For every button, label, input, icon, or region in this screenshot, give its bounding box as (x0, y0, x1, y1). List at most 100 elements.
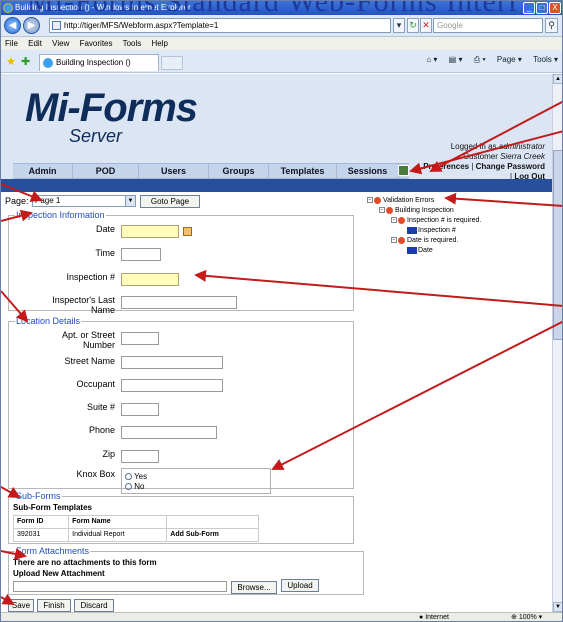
logged-user: administrator (498, 142, 545, 151)
chevron-down-icon: ▼ (125, 196, 135, 206)
save-button[interactable]: Save (8, 599, 34, 612)
date-field[interactable] (121, 225, 179, 238)
nav-admin[interactable]: Admin (13, 164, 73, 179)
page-menu[interactable]: Page ▾ (497, 55, 522, 64)
validation-error-message: Inspection # is required. (407, 217, 482, 224)
address-text: http://tiger/MFS/Webform.aspx?Template=1 (64, 21, 219, 30)
tab-building-inspection[interactable]: Building Inspection () (39, 54, 159, 71)
page-select[interactable]: Page 1 ▼ (32, 195, 136, 207)
nav-pod[interactable]: POD (73, 164, 139, 179)
street-number-field[interactable] (121, 332, 159, 345)
new-tab-button[interactable] (161, 56, 183, 70)
inspector-name-field[interactable] (121, 296, 237, 309)
date-label: Date (95, 224, 115, 234)
address-field[interactable]: http://tiger/MFS/Webform.aspx?Template=1 (49, 18, 391, 33)
finish-button[interactable]: Finish (37, 599, 71, 612)
validation-field-link[interactable]: Inspection # (407, 226, 456, 236)
zoom-level[interactable]: ⊕ 100% ▾ (511, 613, 542, 621)
nav-users[interactable]: Users (139, 164, 209, 179)
inspection-number-label: Inspection # (66, 272, 115, 282)
validation-error-item[interactable]: − Inspection # is required. (391, 216, 481, 226)
scroll-up-icon[interactable]: ▲ (553, 74, 562, 84)
occupant-field[interactable] (121, 379, 223, 392)
attachments-fieldset: Form Attachments There are no attachment… (8, 546, 364, 595)
nav-templates[interactable]: Templates (269, 164, 337, 179)
add-subform-link[interactable]: Add Sub-Form (166, 528, 259, 542)
collapse-icon[interactable]: − (391, 237, 397, 244)
collapse-icon[interactable]: − (391, 217, 397, 224)
radio-no[interactable] (125, 483, 132, 491)
menu-help[interactable]: Help (152, 39, 168, 48)
phone-field[interactable] (121, 426, 217, 439)
menu-view[interactable]: View (52, 39, 69, 48)
validation-form-node[interactable]: − Building Inspection (379, 206, 454, 216)
knox-no-option[interactable]: No (125, 482, 144, 491)
location-legend: Location Details (15, 316, 82, 326)
nav-groups[interactable]: Groups (209, 164, 269, 179)
address-dropdown-icon[interactable]: ▾ (393, 18, 405, 33)
knox-yes-option[interactable]: Yes (125, 472, 147, 481)
internet-zone: ● Internet (419, 614, 449, 621)
preferences-link[interactable]: Preferences (423, 162, 469, 171)
inspection-number-field[interactable] (121, 273, 179, 286)
collapse-icon[interactable]: − (367, 197, 373, 204)
attachment-file-field[interactable] (13, 581, 227, 592)
menu-favorites[interactable]: Favorites (80, 39, 113, 48)
subforms-legend: Sub-Forms (15, 491, 62, 501)
calendar-icon[interactable] (183, 227, 192, 236)
minimize-button[interactable]: _ (523, 2, 535, 14)
error-icon (398, 236, 405, 244)
validation-field-link[interactable]: Date (407, 246, 433, 256)
menu-tools[interactable]: Tools (123, 39, 142, 48)
vertical-scrollbar[interactable]: ▲ ▼ (552, 74, 562, 612)
validation-root[interactable]: − Validation Errors (367, 196, 434, 206)
browser-window: Building Inspection () - Windows Interne… (0, 0, 563, 622)
validation-root-label: Validation Errors (383, 197, 435, 204)
refresh-icon[interactable]: ↻ (407, 18, 419, 33)
discard-button[interactable]: Discard (74, 599, 114, 612)
main-nav: Admin POD Users Groups Templates Session… (13, 163, 409, 179)
knox-no-label: No (134, 482, 145, 491)
zip-field[interactable] (121, 450, 159, 463)
customer-name: Sierra Creek (500, 152, 545, 161)
stop-icon[interactable]: ✕ (420, 18, 432, 33)
header-divider (1, 179, 552, 192)
change-password-link[interactable]: Change Password (476, 162, 545, 171)
nav-sessions[interactable]: Sessions (337, 164, 399, 179)
edit-icon[interactable] (398, 165, 409, 176)
close-button[interactable]: X (549, 2, 561, 14)
menu-file[interactable]: File (5, 39, 18, 48)
knox-box-label: Knox Box (76, 469, 115, 479)
logo-main: Mi-Forms (25, 86, 198, 130)
add-favorite-icon[interactable]: ✚ (21, 55, 30, 68)
field-icon (407, 246, 417, 254)
scroll-thumb[interactable] (553, 150, 562, 340)
forward-icon[interactable]: ▶ (23, 17, 40, 34)
goto-page-button[interactable]: Goto Page (140, 195, 200, 208)
validation-error-item[interactable]: − Date is required. (391, 236, 458, 246)
back-icon[interactable]: ◀ (4, 17, 21, 34)
upload-button[interactable]: Upload (281, 579, 319, 592)
feeds-icon[interactable]: ▤ ▾ (449, 55, 463, 64)
print-icon[interactable]: ⎙ ▾ (474, 55, 486, 64)
radio-yes[interactable] (125, 473, 132, 481)
knox-box-group: Yes No (121, 468, 271, 494)
search-icon[interactable]: ⚲ (545, 18, 558, 33)
street-name-field[interactable] (121, 356, 223, 369)
browse-button[interactable]: Browse... (231, 581, 277, 594)
subform-templates-heading: Sub-Form Templates (13, 503, 92, 512)
collapse-icon[interactable]: − (379, 207, 385, 214)
time-field[interactable] (121, 248, 161, 261)
scroll-down-icon[interactable]: ▼ (553, 602, 562, 612)
suite-field[interactable] (121, 403, 159, 416)
maximize-button[interactable]: □ (536, 2, 548, 14)
favorites-star-icon[interactable]: ★ (6, 55, 16, 68)
search-input[interactable]: Google (433, 18, 543, 33)
home-icon[interactable]: ⌂ ▾ (426, 55, 437, 64)
phone-label: Phone (88, 425, 115, 435)
menu-edit[interactable]: Edit (28, 39, 42, 48)
validation-error-message: Date is required. (407, 237, 459, 244)
tools-menu[interactable]: Tools ▾ (533, 55, 558, 64)
col-action (166, 515, 259, 529)
tab-ie-icon (43, 58, 53, 68)
